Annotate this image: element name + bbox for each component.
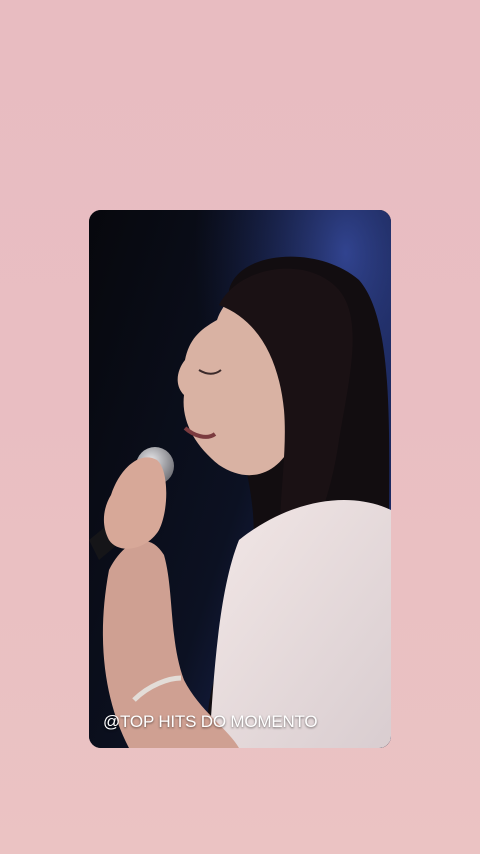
singer-video-image [89,210,391,748]
video-frame[interactable] [89,210,391,748]
story-caption: @TOP HITS DO MOMENTO [103,712,318,731]
